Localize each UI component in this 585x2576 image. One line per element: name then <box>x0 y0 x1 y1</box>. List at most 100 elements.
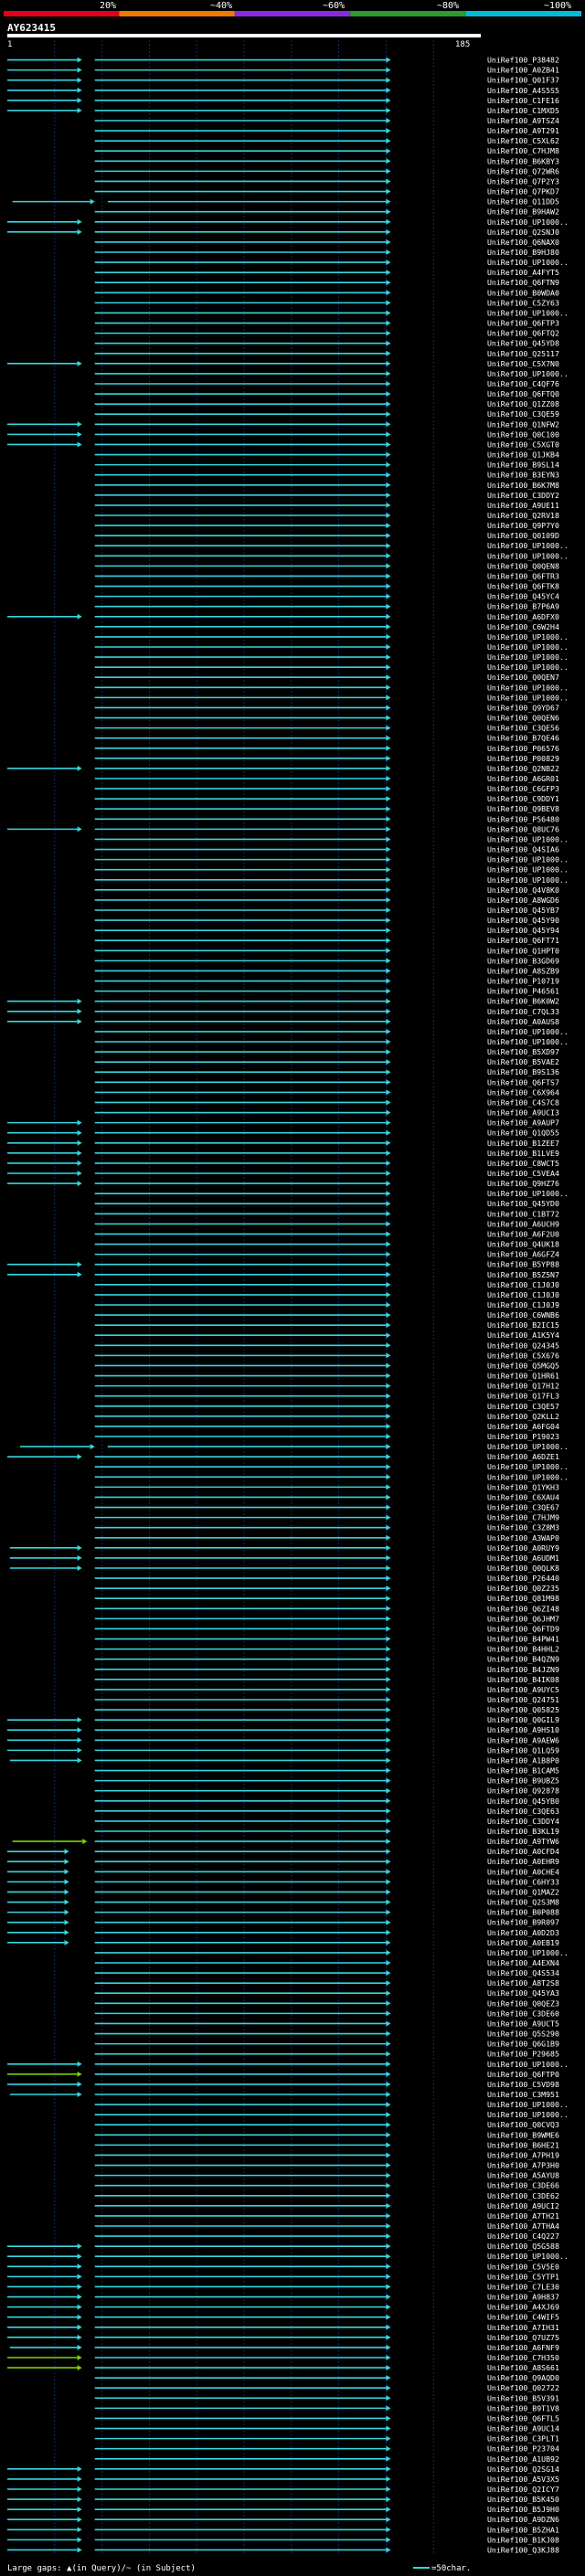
hit-label[interactable]: UniRef100_B5K450 <box>487 2495 559 2504</box>
hit-label[interactable]: UniRef100_B6K7M8 <box>487 481 559 490</box>
hit-label[interactable]: UniRef100_Q72WR6 <box>487 166 559 175</box>
hit-label[interactable]: UniRef100_A9TSZ4 <box>487 116 559 125</box>
hit-label[interactable]: UniRef100_C3QE57 <box>487 1402 559 1411</box>
hit-label[interactable]: UniRef100_UP1000.. <box>487 1027 569 1036</box>
hit-label[interactable]: UniRef100_C5ZY63 <box>487 298 559 307</box>
hit-label[interactable]: UniRef100_A0AUS8 <box>487 1017 559 1026</box>
hit-label[interactable]: UniRef100_A9DZN6 <box>487 2515 559 2524</box>
hit-label[interactable]: UniRef100_A7THA4 <box>487 2221 559 2231</box>
hit-label[interactable]: UniRef100_Q17H12 <box>487 1382 559 1391</box>
hit-label[interactable]: UniRef100_C1BT72 <box>487 1209 559 1218</box>
hit-label[interactable]: UniRef100_UP1000.. <box>487 865 569 875</box>
hit-label[interactable]: UniRef100_A0EHR9 <box>487 1857 559 1866</box>
hit-label[interactable]: UniRef100_C6X964 <box>487 1087 559 1097</box>
hit-label[interactable]: UniRef100_Q17FL3 <box>487 1392 559 1401</box>
hit-label[interactable]: UniRef100_Q6FTN9 <box>487 278 559 287</box>
hit-label[interactable]: UniRef100_UP1000.. <box>487 258 569 267</box>
hit-label[interactable]: UniRef100_UP1000.. <box>487 663 569 672</box>
hit-label[interactable]: UniRef100_A9UC14 <box>487 2424 559 2433</box>
hit-label[interactable]: UniRef100_Q0QLK8 <box>487 1564 559 1573</box>
hit-label[interactable]: UniRef100_Q45YB0 <box>487 1797 559 1806</box>
hit-label[interactable]: UniRef100_Q9AQD0 <box>487 2373 559 2382</box>
hit-label[interactable]: UniRef100_B5Z5N7 <box>487 1270 559 1279</box>
hit-label[interactable]: UniRef100_A0EB19 <box>487 1938 559 1947</box>
hit-label[interactable]: UniRef100_Q45YD8 <box>487 339 559 348</box>
hit-label[interactable]: UniRef100_A6FG04 <box>487 1422 559 1431</box>
hit-label[interactable]: UniRef100_P19023 <box>487 1432 559 1441</box>
hit-label[interactable]: UniRef100_C5XL62 <box>487 136 559 145</box>
hit-label[interactable]: UniRef100_A6FNF9 <box>487 2343 559 2352</box>
hit-label[interactable]: UniRef100_A7P3H0 <box>487 2161 559 2170</box>
hit-label[interactable]: UniRef100_B3GD69 <box>487 956 559 965</box>
hit-label[interactable]: UniRef100_UP1000.. <box>487 693 569 702</box>
hit-label[interactable]: UniRef100_Q0GIL9 <box>487 1715 559 1724</box>
hit-label[interactable]: UniRef100_Q0QEN6 <box>487 714 559 723</box>
hit-label[interactable]: UniRef100_P00829 <box>487 754 559 763</box>
hit-label[interactable]: UniRef100_P10719 <box>487 977 559 986</box>
hit-label[interactable]: UniRef100_Q6FTS7 <box>487 1077 559 1087</box>
hit-label[interactable]: UniRef100_A6F2U0 <box>487 1229 559 1238</box>
hit-label[interactable]: UniRef100_Q45Y94 <box>487 926 559 935</box>
hit-label[interactable]: UniRef100_C3QE59 <box>487 409 559 419</box>
hit-label[interactable]: UniRef100_A7PH19 <box>487 2150 559 2159</box>
hit-label[interactable]: UniRef100_C1J0J0 <box>487 1280 559 1289</box>
hit-label[interactable]: UniRef100_Q6FT71 <box>487 936 559 945</box>
hit-label[interactable]: UniRef100_UP1000.. <box>487 1462 569 1471</box>
hit-label[interactable]: UniRef100_UP1000.. <box>487 834 569 843</box>
hit-label[interactable]: UniRef100_A4XJ69 <box>487 2303 559 2312</box>
hit-label[interactable]: UniRef100_C1MXD5 <box>487 106 559 115</box>
hit-label[interactable]: UniRef100_P23704 <box>487 2444 559 2454</box>
hit-label[interactable]: UniRef100_B1CAM5 <box>487 1766 559 1776</box>
hit-label[interactable]: UniRef100_A0CFD4 <box>487 1847 559 1856</box>
hit-label[interactable]: UniRef100_B4QZN9 <box>487 1655 559 1664</box>
hit-label[interactable]: UniRef100_A6GFZ4 <box>487 1250 559 1259</box>
hit-label[interactable]: UniRef100_UP1000.. <box>487 875 569 885</box>
hit-label[interactable]: UniRef100_B9S136 <box>487 1067 559 1076</box>
hit-label[interactable]: UniRef100_Q0QEZ3 <box>487 1998 559 2008</box>
hit-label[interactable]: UniRef100_C1J0J0 <box>487 1290 559 1299</box>
hit-label[interactable]: UniRef100_B9HAW2 <box>487 207 559 217</box>
hit-label[interactable]: UniRef100_P56480 <box>487 814 559 823</box>
hit-label[interactable]: UniRef100_C3DE60 <box>487 2009 559 2018</box>
hit-label[interactable]: UniRef100_C3DDY2 <box>487 491 559 500</box>
hit-label[interactable]: UniRef100_A3WAP0 <box>487 1533 559 1542</box>
hit-label[interactable]: UniRef100_Q0CVQ3 <box>487 2120 559 2129</box>
hit-label[interactable]: UniRef100_B7QE46 <box>487 734 559 743</box>
hit-label[interactable]: UniRef100_C3DE62 <box>487 2191 559 2200</box>
hit-label[interactable]: UniRef100_UP1000.. <box>487 551 569 560</box>
hit-label[interactable]: UniRef100_Q6JHM7 <box>487 1614 559 1623</box>
hit-label[interactable]: UniRef100_A9H837 <box>487 2293 559 2302</box>
hit-label[interactable]: UniRef100_Q4SIA6 <box>487 845 559 854</box>
hit-label[interactable]: UniRef100_Q25117 <box>487 349 559 358</box>
hit-label[interactable]: UniRef100_Q01F37 <box>487 76 559 85</box>
hit-label[interactable]: UniRef100_A6DFX0 <box>487 612 559 621</box>
hit-label[interactable]: UniRef100_A9UYC5 <box>487 1685 559 1694</box>
hit-label[interactable]: UniRef100_Q6G1B9 <box>487 2040 559 2049</box>
hit-label[interactable]: UniRef100_B7P6A9 <box>487 602 559 611</box>
hit-label[interactable]: UniRef100_C3QE63 <box>487 1807 559 1816</box>
hit-label[interactable]: UniRef100_C7H350 <box>487 2353 559 2362</box>
hit-label[interactable]: UniRef100_B5YP88 <box>487 1260 559 1269</box>
hit-label[interactable]: UniRef100_Q1MAZ2 <box>487 1887 559 1896</box>
hit-label[interactable]: UniRef100_A9AEW6 <box>487 1735 559 1744</box>
hit-label[interactable]: UniRef100_B4JZN9 <box>487 1665 559 1674</box>
hit-label[interactable]: UniRef100_C7HJM9 <box>487 1513 559 1522</box>
hit-label[interactable]: UniRef100_Q1HPT0 <box>487 946 559 955</box>
hit-label[interactable]: UniRef100_UP1000.. <box>487 369 569 378</box>
hit-label[interactable]: UniRef100_Q6FTP3 <box>487 319 559 328</box>
hit-label[interactable]: UniRef100_Q7PKD7 <box>487 187 559 196</box>
hit-label[interactable]: UniRef100_C4QF76 <box>487 379 559 388</box>
hit-label[interactable]: UniRef100_Q7UZ75 <box>487 2333 559 2342</box>
hit-label[interactable]: UniRef100_A9AUP7 <box>487 1118 559 1128</box>
hit-label[interactable]: UniRef100_C3DE66 <box>487 2181 559 2190</box>
hit-label[interactable]: UniRef100_B4IK08 <box>487 1675 559 1684</box>
hit-label[interactable]: UniRef100_Q6FTL5 <box>487 2413 559 2422</box>
hit-label[interactable]: UniRef100_Q2SG14 <box>487 2465 559 2474</box>
hit-label[interactable]: UniRef100_Q6FTP0 <box>487 2070 559 2079</box>
hit-label[interactable]: UniRef100_UP1000.. <box>487 855 569 864</box>
hit-label[interactable]: UniRef100_Q0C100 <box>487 429 559 439</box>
hit-label[interactable]: UniRef100_A0ZB41 <box>487 66 559 75</box>
hit-label[interactable]: UniRef100_Q1QD55 <box>487 1129 559 1138</box>
hit-label[interactable]: UniRef100_Q1HR61 <box>487 1372 559 1381</box>
hit-label[interactable]: UniRef100_Q05825 <box>487 1705 559 1714</box>
